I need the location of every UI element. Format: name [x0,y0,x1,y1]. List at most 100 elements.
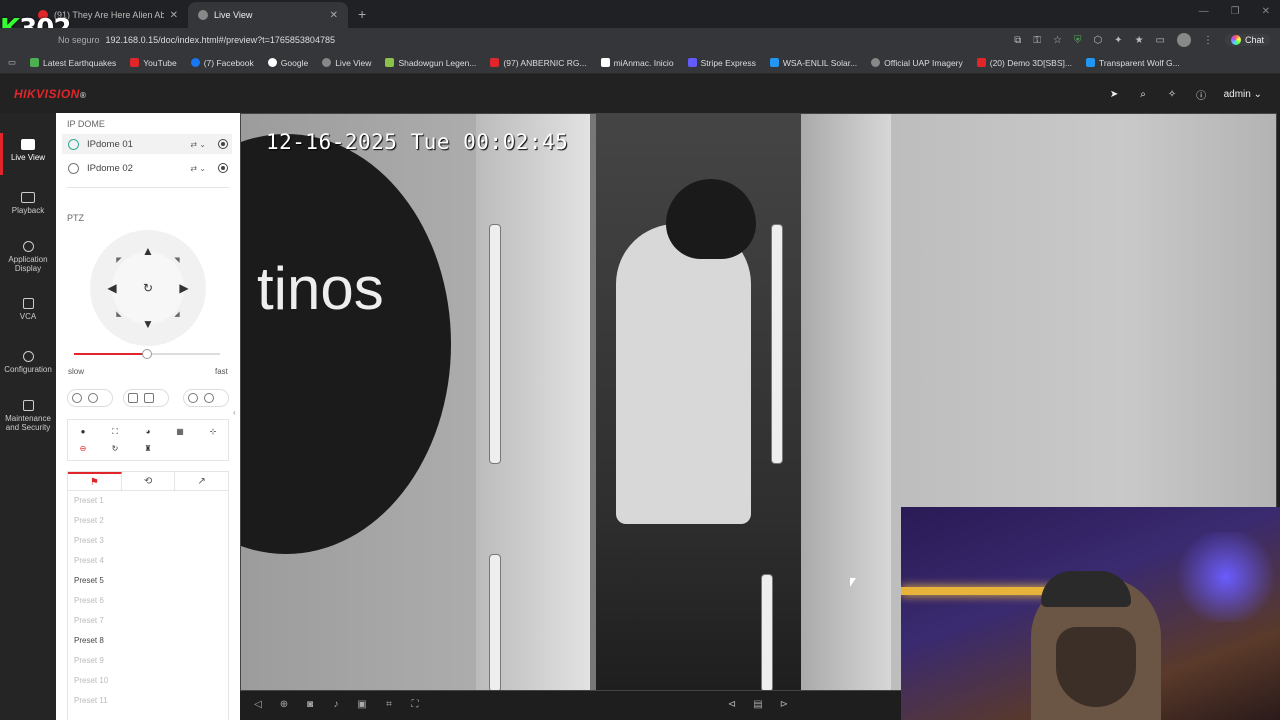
preset-item[interactable]: Preset 7 [68,611,228,631]
bookmark-item[interactable]: Google [267,58,308,68]
collapse-panel-icon[interactable]: ‹ [233,408,236,417]
close-window-icon[interactable]: ✕ [1262,6,1270,17]
browser-tab-live-view[interactable]: Live View ✕ [188,2,348,28]
info-icon[interactable]: ⓘ [1195,88,1208,102]
tab-pattern[interactable]: ↗ [175,472,228,490]
arrow-down-right-icon[interactable]: ◢ [170,308,184,322]
focus-near-icon[interactable] [128,393,138,403]
arrow-right-icon[interactable]: ▶ [177,281,191,295]
url-field[interactable]: No seguro 192.168.0.15/doc/index.html#/p… [58,31,1014,49]
light-icon[interactable]: ● [78,427,88,437]
bookmark-item[interactable]: WSA-ENLIL Solar... [769,58,857,68]
arrow-down-left-icon[interactable]: ◣ [112,308,126,322]
tab-patrol[interactable]: ⟲ [122,472,176,490]
preset-item[interactable]: Preset 10 [68,671,228,691]
preset-item[interactable]: Preset 11 [68,691,228,711]
record-icon[interactable] [218,163,228,173]
preset-item[interactable]: Preset 8 [68,631,228,651]
tab-presets[interactable]: ⚑ [68,472,122,490]
microphone-icon[interactable]: ♪ [330,699,342,711]
nav-configuration[interactable]: Configuration [0,351,56,374]
wiper-icon[interactable]: ◕ [143,427,153,437]
next-icon[interactable]: ⊳ [778,699,790,711]
park-icon[interactable]: ♜ [143,444,153,454]
nav-application-display[interactable]: Application Display [0,241,56,273]
bookmark-item[interactable]: Transparent Wolf G... [1085,58,1180,68]
arrow-up-right-icon[interactable]: ◥ [170,254,184,268]
url-text[interactable]: 192.168.0.15/doc/index.html#/preview?t=1… [106,35,335,45]
arrow-up-left-icon[interactable]: ◤ [112,254,126,268]
bookmark-item[interactable]: YouTube [130,58,177,68]
focus-far-icon[interactable] [144,393,154,403]
zoom-in-icon[interactable] [88,393,98,403]
stop-all-icon[interactable]: ▤ [752,699,764,711]
digital-zoom-icon[interactable]: ⊕ [278,699,290,711]
stream-select-icon[interactable]: ⇄ ⌄ [190,140,206,149]
zoom-out-icon[interactable] [72,393,82,403]
send-icon[interactable]: ➤ [1108,88,1121,101]
bookmark-item[interactable]: Stripe Express [687,58,756,68]
nav-live-view[interactable]: Live View [0,133,56,175]
bookmark-item[interactable]: miAnmac. Inicio [600,58,674,68]
arrow-left-icon[interactable]: ◀ [105,281,119,295]
area-focus-icon[interactable]: ⌗ [383,699,395,711]
arrow-down-icon[interactable]: ▼ [141,317,155,331]
split-view-icon[interactable]: ▭ [1156,35,1165,46]
previous-icon[interactable]: ⊲ [726,699,738,711]
preset-item[interactable]: Preset 4 [68,551,228,571]
preset-item[interactable]: Preset 3 [68,531,228,551]
ptz-speed-slider[interactable] [74,349,220,359]
key-icon[interactable]: ⚿ [1033,35,1041,46]
nav-playback[interactable]: Playback [0,192,56,215]
record-icon[interactable] [218,139,228,149]
arrow-up-icon[interactable]: ▲ [141,244,155,258]
auto-rotate-icon[interactable]: ↻ [141,281,155,295]
new-tab-button[interactable]: + [348,6,376,28]
preset-item[interactable]: Preset 6 [68,591,228,611]
bookmark-star-icon[interactable]: ★ [1135,35,1144,46]
bookmark-item[interactable]: (97) ANBERNIC RG... [490,58,587,68]
security-label[interactable]: No seguro [58,35,100,45]
star-icon[interactable]: ☆ [1053,35,1062,46]
mute-icon[interactable]: ◁ [252,699,264,711]
user-menu[interactable]: admin ⌄ [1224,89,1262,100]
extension-icon[interactable]: ⬡ [1093,35,1102,46]
camera-item[interactable]: IPdome 01 ⇄ ⌄ [62,134,232,154]
bookmark-item[interactable]: Shadowgun Legen... [385,58,476,68]
bookmark-item[interactable]: Live View [322,58,371,68]
manual-track-icon[interactable]: ⛶ [110,427,120,437]
bookmark-item[interactable]: (20) Demo 3D[SBS]... [976,58,1072,68]
close-icon[interactable]: ✕ [330,10,338,21]
close-icon[interactable]: ✕ [170,10,178,21]
nav-maintenance[interactable]: Maintenance and Security [0,400,56,432]
chat-button[interactable]: Chat [1224,34,1270,46]
bookmark-item[interactable]: (7) Facebook [190,58,254,68]
maximize-icon[interactable]: ❐ [1231,6,1240,17]
smart-track-icon[interactable]: ⊹ [208,427,218,437]
preset-item[interactable]: Preset 2 [68,511,228,531]
record-clip-icon[interactable]: ▣ [356,699,368,711]
capture-icon[interactable]: ◙ [304,699,316,711]
iris-close-icon[interactable] [188,393,198,403]
stream-select-icon[interactable]: ⇄ ⌄ [190,164,206,173]
preset-item[interactable]: Preset 5 [68,571,228,591]
fullscreen-regional-icon[interactable]: ⛶ [409,699,421,711]
sidebar-toggle-icon[interactable]: ▭ [8,57,16,68]
slider-knob[interactable] [142,349,152,359]
camera-item[interactable]: IPdome 02 ⇄ ⌄ [62,158,232,178]
wizard-icon[interactable]: ✧ [1166,88,1179,101]
translate-icon[interactable]: ⧉ [1014,35,1021,46]
preset-item[interactable]: Preset 1 [68,491,228,511]
nav-vca[interactable]: VCA [0,298,56,321]
search-icon[interactable]: ⌕ [1137,88,1150,101]
menu-icon[interactable]: ⋮ [1203,35,1213,46]
minimize-icon[interactable]: — [1199,6,1209,17]
puzzle-icon[interactable]: ✦ [1114,35,1122,46]
refresh-icon[interactable]: ↻ [110,444,120,454]
iris-open-icon[interactable] [204,393,214,403]
layout-grid-icon[interactable]: ▦ [175,427,185,437]
bookmark-item[interactable]: Official UAP Imagery [871,58,963,68]
shield-icon[interactable]: ⛨ [1074,35,1082,46]
bookmark-item[interactable]: Latest Earthquakes [30,58,116,68]
zoom-3d-icon[interactable]: ⊖ [78,444,88,454]
